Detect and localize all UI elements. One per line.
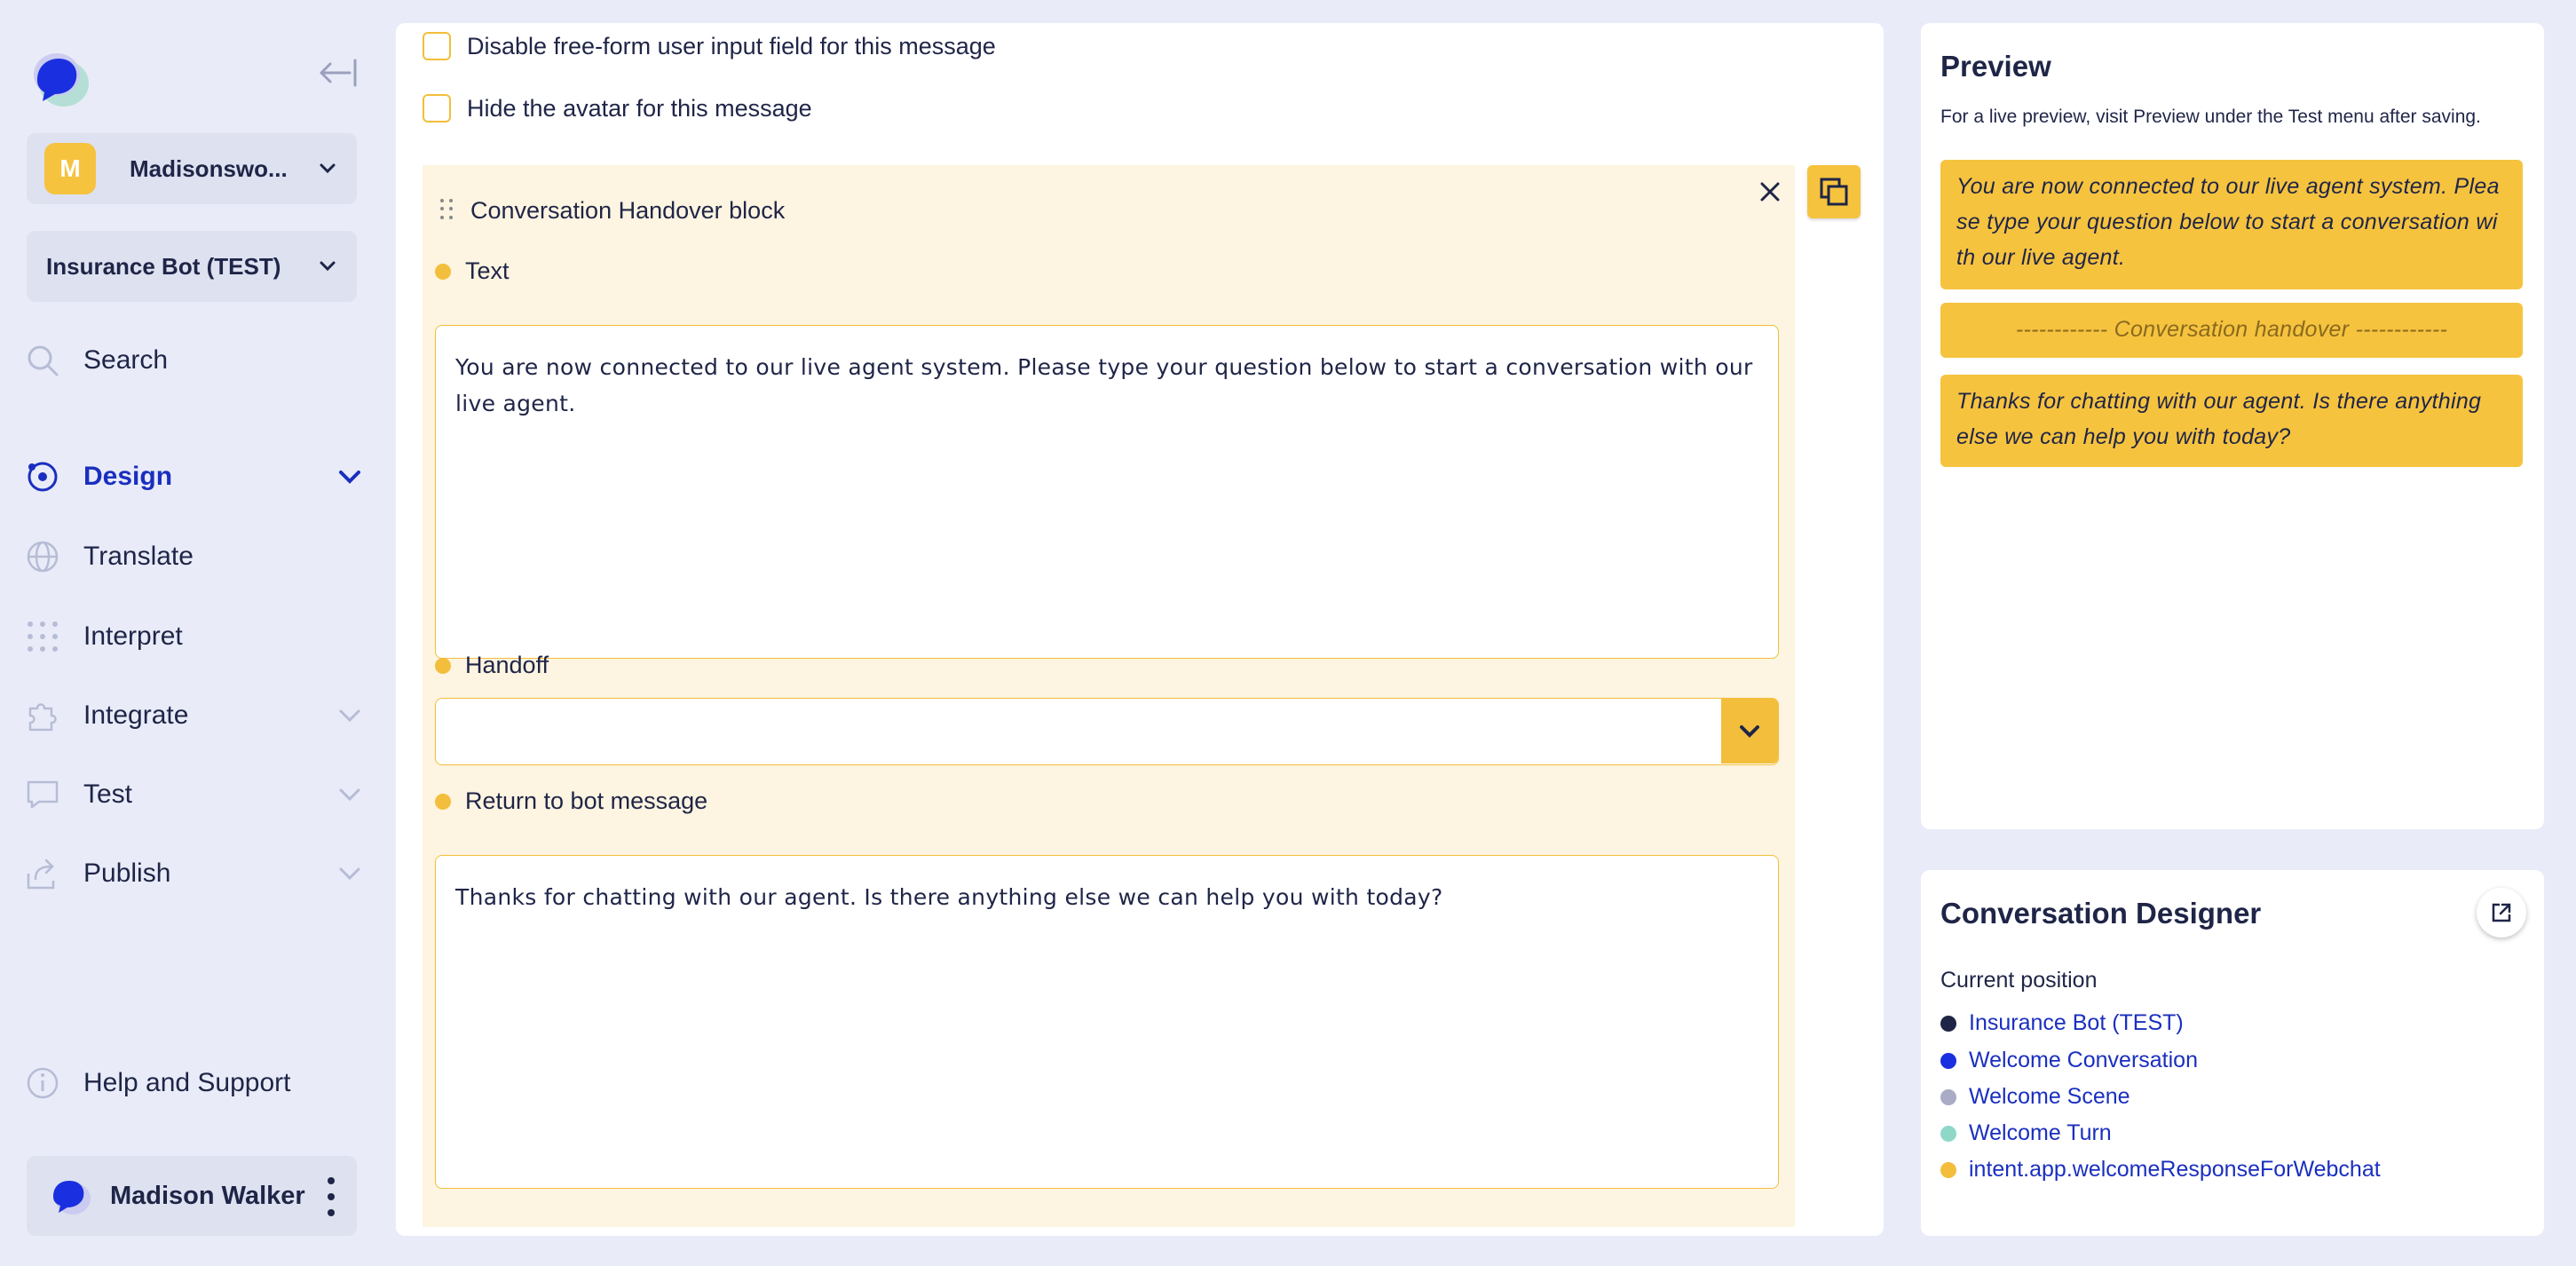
- chevron-down-icon: [320, 163, 336, 174]
- chevron-down-icon: [339, 709, 360, 723]
- return-field-label: Return to bot message: [435, 787, 707, 815]
- position-link[interactable]: Welcome Conversation: [1969, 1048, 2198, 1073]
- globe-icon: [25, 539, 60, 574]
- position-link[interactable]: Insurance Bot (TEST): [1969, 1010, 2184, 1036]
- conversation-handover-block: Conversation Handover block Text You are…: [423, 165, 1795, 1227]
- nav-interpret[interactable]: Interpret: [25, 610, 362, 663]
- close-icon[interactable]: [1754, 176, 1786, 208]
- bot-name: Insurance Bot (TEST): [46, 252, 281, 280]
- nav-translate[interactable]: Translate: [25, 530, 362, 583]
- nav-search-label: Search: [83, 345, 169, 375]
- block-title: Conversation Handover block: [470, 197, 786, 224]
- position-item[interactable]: Insurance Bot (TEST): [1940, 1010, 2184, 1036]
- chat-icon: [25, 777, 60, 812]
- text-label: Text: [465, 257, 510, 284]
- app-logo: [25, 44, 92, 112]
- preview-title: Preview: [1940, 50, 2051, 83]
- status-dot: [435, 793, 451, 810]
- nav-integrate[interactable]: Integrate: [25, 689, 362, 742]
- disable-input-checkbox[interactable]: [423, 32, 451, 60]
- handover-divider: ------------ Conversation handover -----…: [1940, 303, 2523, 358]
- position-link[interactable]: Welcome Scene: [1969, 1084, 2130, 1110]
- nav-help-label: Help and Support: [83, 1068, 291, 1097]
- org-name: Madisonswo...: [130, 154, 288, 182]
- nav-integrate-label: Integrate: [83, 700, 189, 730]
- org-avatar: M: [44, 143, 96, 194]
- text-input[interactable]: You are now connected to our live agent …: [435, 325, 1779, 659]
- search-icon: [25, 343, 60, 378]
- share-icon: [25, 856, 60, 891]
- nav-search[interactable]: Search: [25, 334, 362, 387]
- copy-block-button[interactable]: [1807, 165, 1861, 218]
- status-dot: [435, 657, 451, 674]
- hide-avatar-checkbox[interactable]: [423, 94, 451, 123]
- chevron-down-icon: [339, 471, 360, 484]
- return-label: Return to bot message: [465, 787, 708, 814]
- position-item[interactable]: intent.app.welcomeResponseForWebchat: [1940, 1157, 2381, 1183]
- position-dot: [1940, 1161, 1956, 1178]
- nav-publish-label: Publish: [83, 859, 171, 888]
- position-link[interactable]: Welcome Turn: [1969, 1120, 2112, 1146]
- position-dot: [1940, 1015, 1956, 1032]
- collapse-sidebar-icon[interactable]: [316, 55, 360, 91]
- sidebar: M Madisonswo... Insurance Bot (TEST) Sea…: [0, 0, 383, 1266]
- conversation-designer-panel: Conversation Designer Current position I…: [1921, 870, 2544, 1236]
- puzzle-icon: [25, 698, 60, 733]
- kebab-menu-icon[interactable]: [325, 1177, 337, 1216]
- position-dot: [1940, 1088, 1956, 1105]
- status-dot: [435, 263, 451, 280]
- nav-test[interactable]: Test: [25, 768, 362, 821]
- copy-icon: [1820, 178, 1848, 206]
- hide-avatar-label: Hide the avatar for this message: [467, 94, 812, 122]
- nav-interpret-label: Interpret: [83, 621, 183, 651]
- nav-design-label: Design: [83, 462, 173, 491]
- nav-design[interactable]: Design: [25, 450, 362, 503]
- hide-avatar-option[interactable]: Hide the avatar for this message: [423, 94, 812, 123]
- user-menu[interactable]: Madison Walker: [27, 1156, 357, 1236]
- designer-title: Conversation Designer: [1940, 897, 2262, 930]
- preview-bubble: You are now connected to our live agent …: [1940, 160, 2523, 289]
- position-dot: [1940, 1125, 1956, 1142]
- handoff-field-label: Handoff: [435, 652, 549, 679]
- chevron-down-icon: [339, 788, 360, 802]
- disable-input-label: Disable free-form user input field for t…: [467, 32, 996, 59]
- nav-help[interactable]: Help and Support: [25, 1056, 362, 1110]
- design-icon: [25, 459, 60, 495]
- dots-grid-icon: [25, 619, 60, 654]
- info-icon: [25, 1065, 60, 1101]
- user-name: Madison Walker: [110, 1181, 305, 1210]
- preview-bubble: Thanks for chatting with our agent. Is t…: [1940, 375, 2523, 467]
- preview-subtitle: For a live preview, visit Preview under …: [1940, 107, 2481, 127]
- handoff-label: Handoff: [465, 652, 549, 678]
- current-position-label: Current position: [1940, 968, 2098, 993]
- nav-test-label: Test: [83, 779, 133, 809]
- chevron-down-icon[interactable]: [1721, 699, 1778, 764]
- handoff-select[interactable]: [435, 698, 1779, 765]
- editor-panel: Disable free-form user input field for t…: [396, 23, 1884, 1236]
- position-item[interactable]: Welcome Turn: [1940, 1120, 2112, 1146]
- external-link-button[interactable]: [2477, 888, 2526, 938]
- nav-translate-label: Translate: [83, 542, 194, 571]
- position-link[interactable]: intent.app.welcomeResponseForWebchat: [1969, 1157, 2381, 1183]
- organization-select[interactable]: M Madisonswo...: [27, 133, 357, 204]
- nav-publish[interactable]: Publish: [25, 847, 362, 900]
- bot-select[interactable]: Insurance Bot (TEST): [27, 231, 357, 302]
- text-field-label: Text: [435, 257, 510, 285]
- position-dot: [1940, 1052, 1956, 1069]
- chevron-down-icon: [320, 261, 336, 272]
- drag-handle-icon[interactable]: [440, 199, 453, 220]
- disable-input-option[interactable]: Disable free-form user input field for t…: [423, 32, 996, 60]
- position-item[interactable]: Welcome Scene: [1940, 1084, 2130, 1110]
- user-avatar: [48, 1174, 92, 1218]
- position-item[interactable]: Welcome Conversation: [1940, 1048, 2198, 1073]
- return-message-input[interactable]: Thanks for chatting with our agent. Is t…: [435, 855, 1779, 1189]
- chevron-down-icon: [339, 867, 360, 881]
- external-link-icon: [2492, 903, 2511, 922]
- preview-panel: Preview For a live preview, visit Previe…: [1921, 23, 2544, 829]
